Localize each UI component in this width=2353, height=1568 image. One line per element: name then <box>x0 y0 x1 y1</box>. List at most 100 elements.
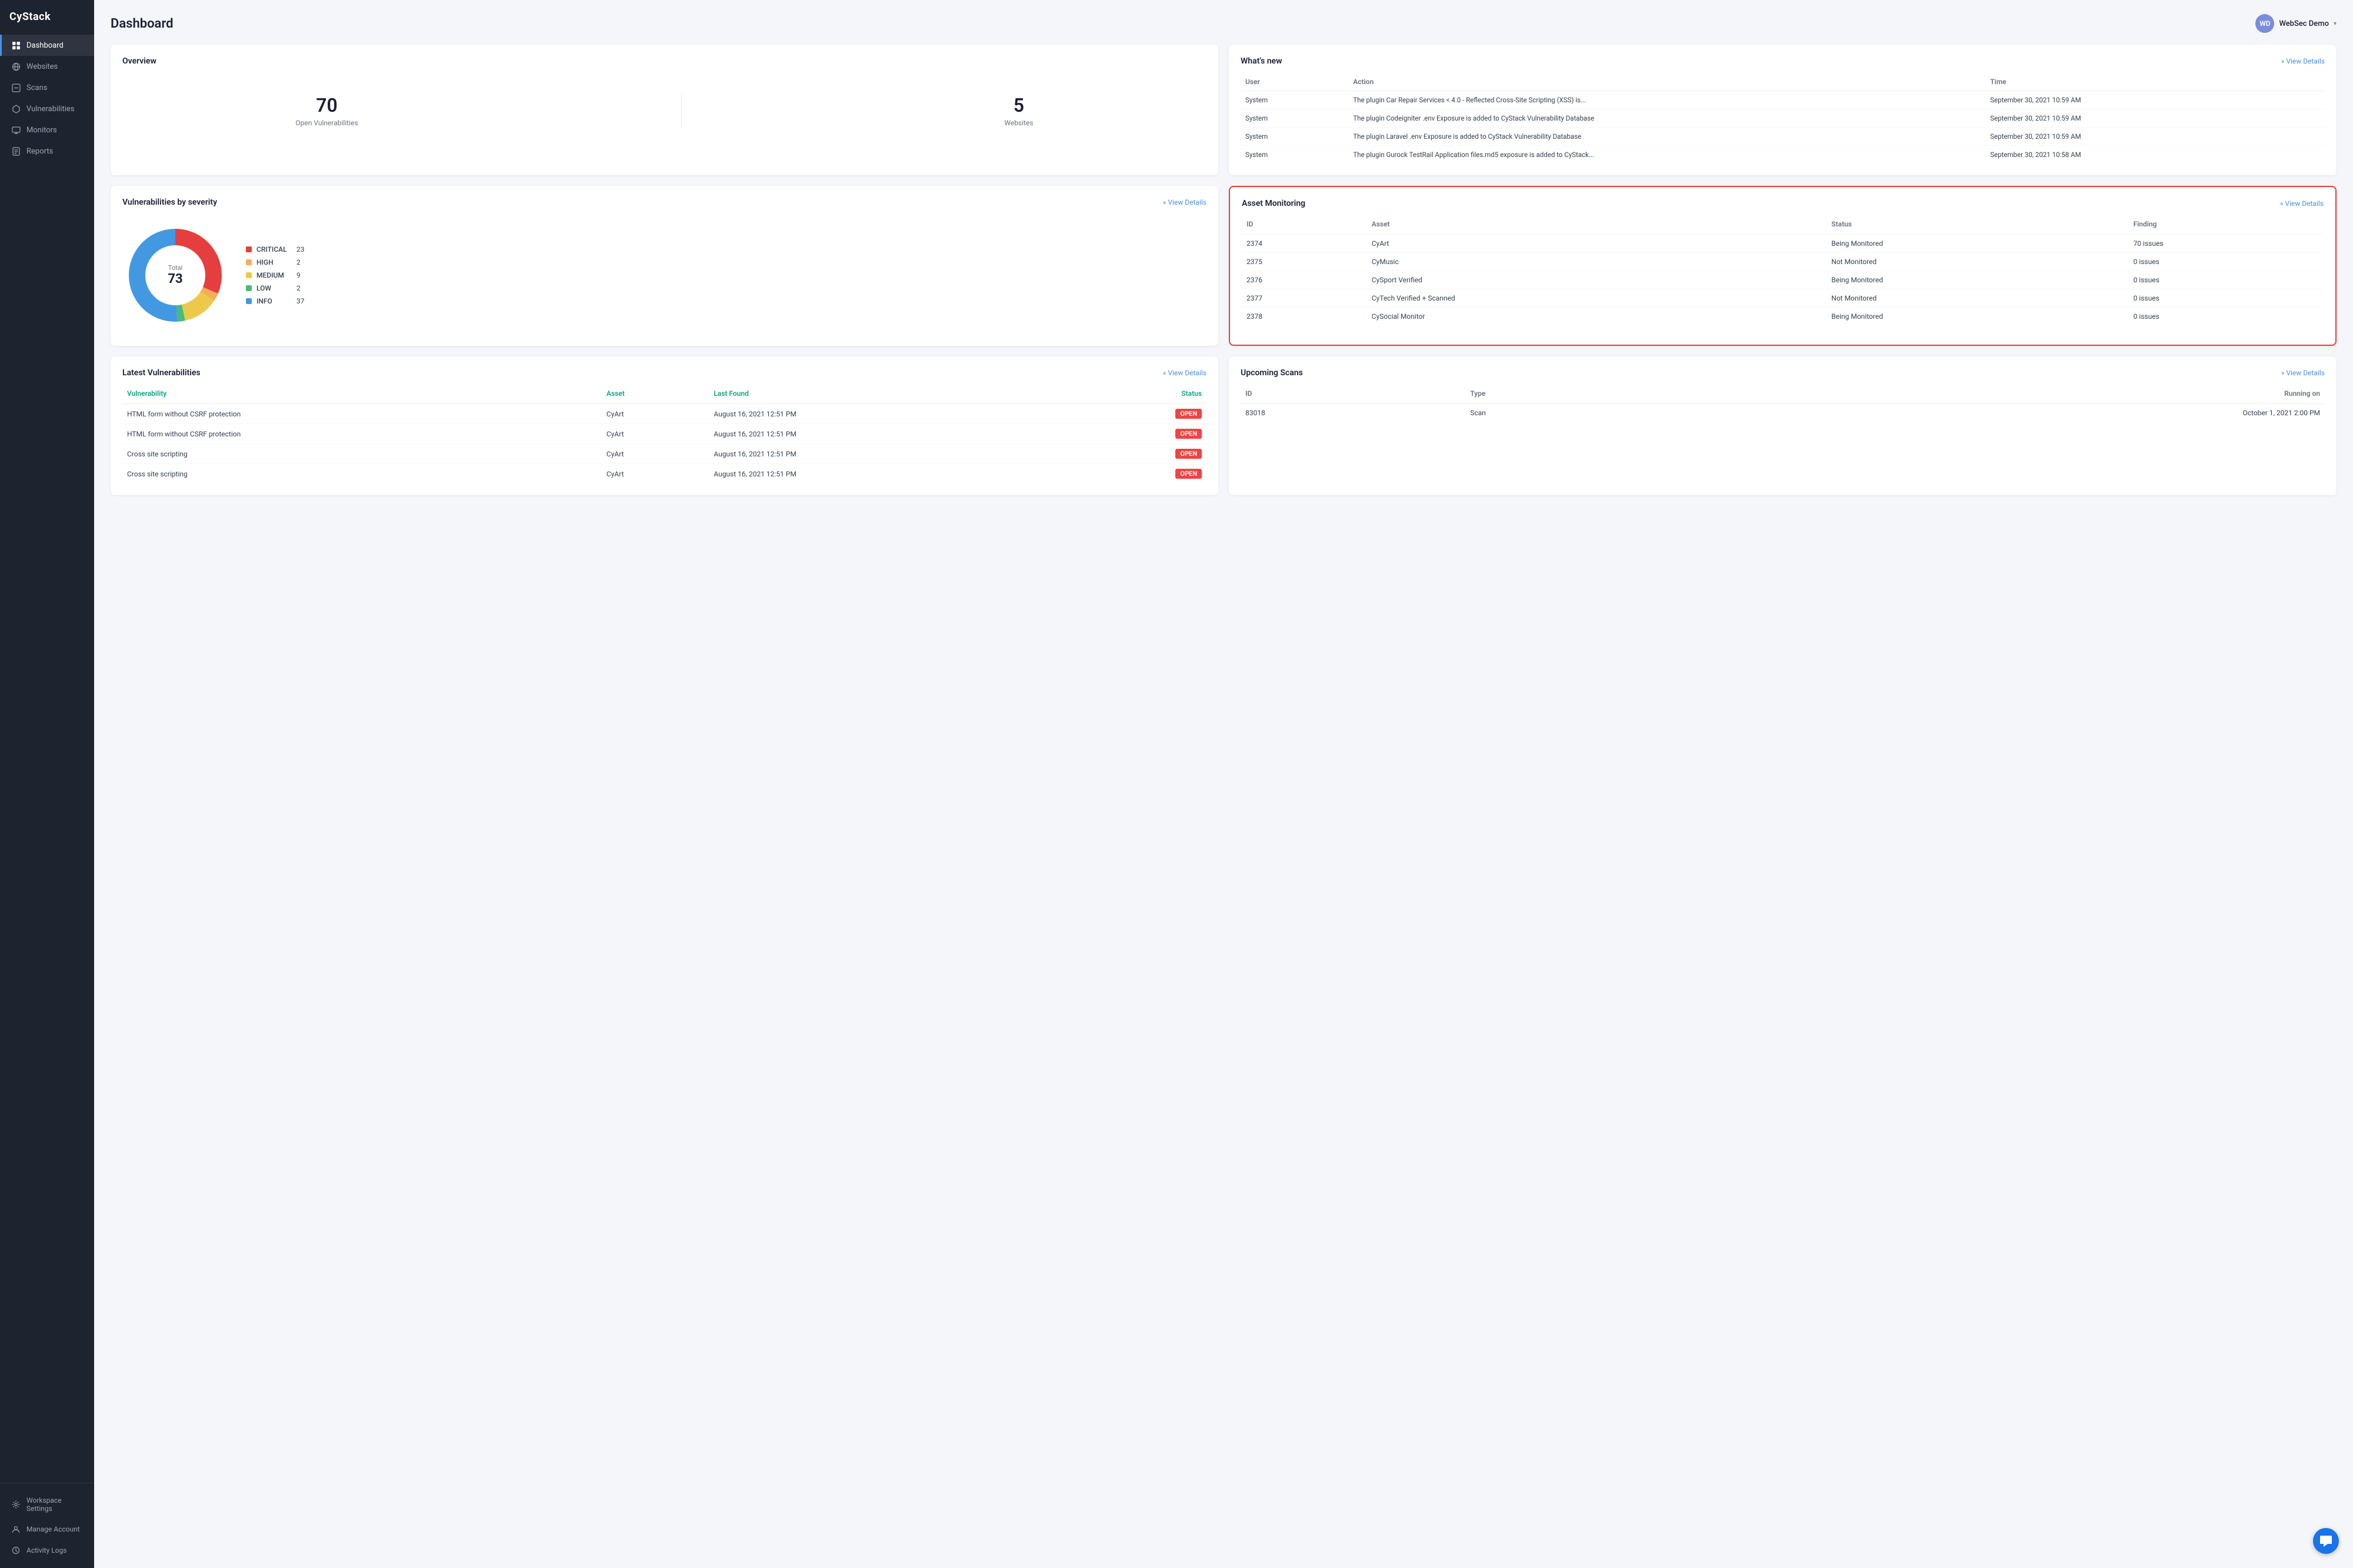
am-col-finding: Finding <box>2129 218 2324 235</box>
table-row: 83018 Scan October 1, 2021 2:00 PM <box>1241 404 2325 422</box>
wn-time: September 30, 2021 10:59 AM <box>1985 91 2325 109</box>
upcoming-scans-view-details[interactable]: » View Details <box>2281 369 2325 377</box>
open-vulnerabilities-label: Open Vulnerabilities <box>295 119 358 127</box>
latest-vuln-body: HTML form without CSRF protection CyArt … <box>122 404 1207 484</box>
sidebar-item-vulnerabilities[interactable]: Vulnerabilities <box>0 98 94 119</box>
am-asset: CySocial Monitor <box>1367 308 1827 326</box>
scans-icon <box>11 83 21 92</box>
whats-new-view-details[interactable]: » View Details <box>2281 57 2325 65</box>
table-row: Cross site scripting CyArt August 16, 20… <box>122 444 1207 464</box>
lv-status: OPEN <box>1068 444 1207 464</box>
main-content: Dashboard WD WebSec Demo ▾ Overview 70 O… <box>94 0 2353 1568</box>
am-id: 2376 <box>1242 271 1367 289</box>
lv-asset: CyArt <box>602 444 709 464</box>
am-id: 2374 <box>1242 235 1367 253</box>
dashboard-grid: Overview 70 Open Vulnerabilities 5 Websi… <box>111 45 2337 495</box>
am-id: 2375 <box>1242 253 1367 271</box>
am-status: Being Monitored <box>1827 271 2128 289</box>
table-row: Cross site scripting CyArt August 16, 20… <box>122 464 1207 484</box>
vuln-legend: CRITICAL 23 HIGH 2 MEDIUM 9 LOW 2 INFO 3… <box>246 245 305 305</box>
am-asset: CyMusic <box>1367 253 1827 271</box>
wn-action: The plugin Laravel .env Exposure is adde… <box>1348 128 1985 146</box>
legend-value: 2 <box>296 258 301 266</box>
app-logo: CyStack <box>0 0 94 32</box>
us-col-id: ID <box>1241 387 1465 404</box>
lv-vuln: HTML form without CSRF protection <box>122 404 602 424</box>
legend-dot <box>246 272 252 278</box>
overview-card-header: Overview <box>122 56 1207 66</box>
reports-icon <box>11 146 21 156</box>
legend-item: MEDIUM 9 <box>246 271 305 279</box>
legend-item: HIGH 2 <box>246 258 305 266</box>
sidebar-item-activity-logs[interactable]: Activity Logs <box>0 1540 94 1561</box>
upcoming-scans-body: 83018 Scan October 1, 2021 2:00 PM <box>1241 404 2325 422</box>
wn-user: System <box>1241 128 1348 146</box>
lv-vuln: HTML form without CSRF protection <box>122 424 602 444</box>
workspace-settings-icon <box>11 1500 21 1509</box>
legend-value: 2 <box>296 284 301 292</box>
am-col-status: Status <box>1827 218 2128 235</box>
whats-new-title: What's new <box>1241 56 1282 66</box>
page-title: Dashboard <box>111 16 173 31</box>
lv-last-found: August 16, 2021 12:51 PM <box>709 404 1068 424</box>
whats-new-card: What's new » View Details User Action Ti… <box>1229 45 2337 175</box>
sidebar-item-workspace-settings[interactable]: Workspace Settings <box>0 1490 94 1519</box>
websites-number: 5 <box>1004 94 1033 116</box>
wn-user: System <box>1241 146 1348 164</box>
wn-time: September 30, 2021 10:58 AM <box>1985 146 2325 164</box>
whats-new-table: User Action Time System The plugin Car R… <box>1241 75 2325 164</box>
us-running-on: October 1, 2021 2:00 PM <box>1658 404 2325 422</box>
wn-col-action: Action <box>1348 75 1985 91</box>
wn-user: System <box>1241 91 1348 109</box>
overview-title: Overview <box>122 56 156 66</box>
legend-name: INFO <box>256 297 292 305</box>
wn-action: The plugin Car Repair Services < 4.0 - R… <box>1348 91 1985 109</box>
am-asset: CySport Verified <box>1367 271 1827 289</box>
wn-col-time: Time <box>1985 75 2325 91</box>
sidebar-item-reports[interactable]: Reports <box>0 141 94 162</box>
asset-monitoring-card: Asset Monitoring » View Details ID Asset… <box>1229 186 2337 346</box>
latest-vuln-view-details[interactable]: » View Details <box>1163 369 1207 377</box>
am-finding: 0 issues <box>2129 308 2324 326</box>
legend-name: HIGH <box>256 258 292 266</box>
am-col-id: ID <box>1242 218 1367 235</box>
asset-monitoring-body: 2374 CyArt Being Monitored 70 issues 237… <box>1242 235 2324 326</box>
table-row: 2374 CyArt Being Monitored 70 issues <box>1242 235 2324 253</box>
donut-total-number: 73 <box>168 272 182 286</box>
user-dropdown-icon: ▾ <box>2334 21 2337 27</box>
asset-monitoring-view-details[interactable]: » View Details <box>2280 199 2324 208</box>
stat-divider <box>681 93 682 128</box>
sidebar-item-monitors[interactable]: Monitors <box>0 119 94 141</box>
wn-col-user: User <box>1241 75 1348 91</box>
websites-icon <box>11 62 21 71</box>
upcoming-scans-title: Upcoming Scans <box>1241 368 1303 378</box>
dashboard-icon <box>11 41 21 50</box>
am-status: Being Monitored <box>1827 235 2128 253</box>
lv-vuln: Cross site scripting <box>122 464 602 484</box>
legend-name: MEDIUM <box>256 271 292 279</box>
wn-time: September 30, 2021 10:59 AM <box>1985 128 2325 146</box>
table-row: HTML form without CSRF protection CyArt … <box>122 404 1207 424</box>
sidebar-item-manage-account[interactable]: Manage Account <box>0 1519 94 1540</box>
sidebar-item-dashboard[interactable]: Dashboard <box>0 35 94 56</box>
asset-monitoring-title: Asset Monitoring <box>1242 199 1305 208</box>
chat-bubble[interactable] <box>2313 1528 2339 1554</box>
lv-col-last-found: Last Found <box>709 387 1068 404</box>
am-status: Being Monitored <box>1827 308 2128 326</box>
vuln-severity-view-details[interactable]: » View Details <box>1163 198 1207 206</box>
chart-section: Total 73 CRITICAL 23 HIGH 2 MEDIUM 9 LOW… <box>122 216 1207 334</box>
lv-last-found: August 16, 2021 12:51 PM <box>709 424 1068 444</box>
legend-item: INFO 37 <box>246 297 305 305</box>
sidebar-item-websites[interactable]: Websites <box>0 56 94 77</box>
us-type: Scan <box>1465 404 1658 422</box>
legend-value: 23 <box>296 245 305 253</box>
lv-last-found: August 16, 2021 12:51 PM <box>709 464 1068 484</box>
wn-user: System <box>1241 109 1348 128</box>
user-badge[interactable]: WD WebSec Demo ▾ <box>2255 14 2337 33</box>
vuln-severity-card: Vulnerabilities by severity » View Detai… <box>111 186 1218 346</box>
legend-dot <box>246 259 252 265</box>
legend-dot <box>246 298 252 304</box>
sidebar-item-scans[interactable]: Scans <box>0 77 94 98</box>
lv-col-asset: Asset <box>602 387 709 404</box>
table-row: System The plugin Codeigniter .env Expos… <box>1241 109 2325 128</box>
